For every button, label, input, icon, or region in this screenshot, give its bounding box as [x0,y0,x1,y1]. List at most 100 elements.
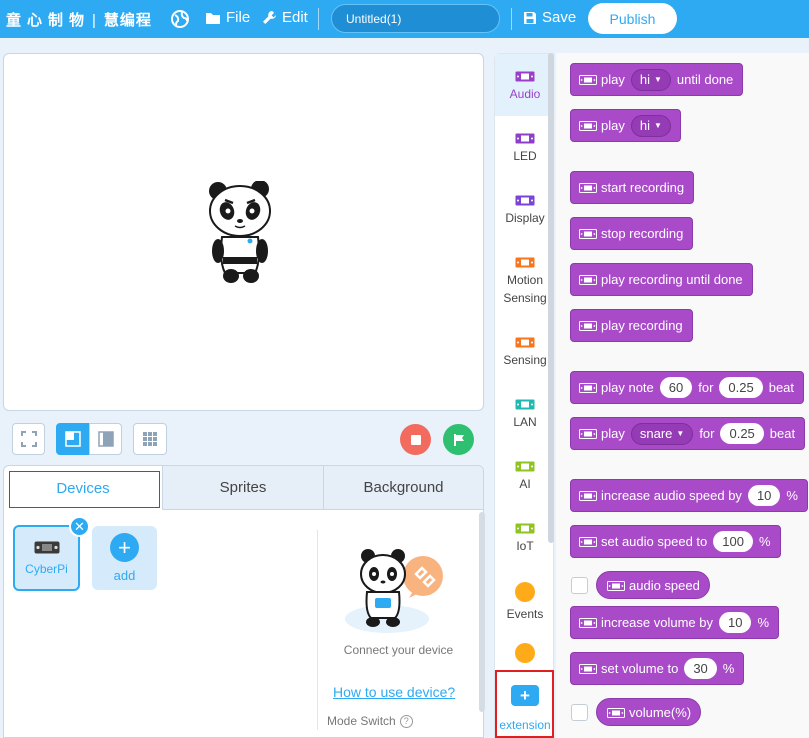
block-play-drum[interactable]: play snare ▼ for 0.25 beat [570,417,806,450]
category-led[interactable]: LED [495,133,555,165]
block-play[interactable]: play hi ▼ [570,109,681,142]
chip-icon [515,523,535,534]
how-to-use-device-link[interactable]: How to use device? [333,684,455,700]
layout-right-icon [97,431,114,447]
category-iot[interactable]: IoT [495,523,555,555]
category-lan[interactable]: LAN [495,399,555,431]
globe-icon[interactable] [170,9,190,34]
block-set-audio-speed[interactable]: set audio speed to 100 % [570,525,781,558]
category-label: Audio [509,87,541,101]
chip-icon [579,75,597,85]
category-audio[interactable]: Audio [495,54,555,116]
mode-switch[interactable]: Mode Switch ? [327,714,413,728]
add-device-button[interactable]: + add [92,526,157,590]
chip-icon [515,133,535,144]
category-scrollbar[interactable] [548,53,554,543]
speed-input[interactable]: 10 [747,485,781,506]
stage-canvas[interactable] [3,53,484,411]
project-name-input[interactable]: Untitled(1) [331,4,500,33]
panel-scrollbar[interactable] [479,512,485,712]
block-play-recording[interactable]: play recording [570,309,693,342]
block-text: play note [601,380,654,395]
category-motion-sensing[interactable]: Motion Sensing [495,257,555,307]
block-text: set volume to [601,661,679,676]
flag-icon [453,433,464,446]
category-label: LAN [513,415,537,429]
category-label: IoT [516,539,534,553]
category-control[interactable] [495,643,555,666]
chip-icon [515,461,535,472]
tab-devices[interactable]: Devices [4,466,162,510]
grid-view-button[interactable] [133,423,167,455]
sound-dropdown[interactable]: hi ▼ [630,68,671,91]
reporter-volume[interactable]: volume(%) [596,698,702,726]
chip-icon [515,399,535,410]
block-text: play [601,426,625,441]
note-input[interactable]: 60 [659,377,693,398]
dropdown-value: snare [639,425,673,441]
block-set-volume[interactable]: set volume to 30 % [570,652,745,685]
chip-icon [579,618,597,628]
remove-device-button[interactable]: ✕ [69,516,90,537]
fullscreen-button[interactable] [12,423,45,455]
block-text: for [699,426,715,441]
audio-speed-checkbox[interactable] [571,577,588,594]
caret-down-icon: ▼ [653,74,662,84]
block-text: audio speed [629,577,700,593]
category-display[interactable]: Display [495,195,555,227]
events-dot-icon [515,582,535,602]
toolbar-divider [318,8,319,30]
tab-sprites[interactable]: Sprites [162,466,323,510]
speed-input[interactable]: 100 [713,531,753,552]
category-events[interactable]: Events [495,582,555,623]
brand-separator: | [92,12,96,29]
category-label: AI [519,477,531,491]
block-start-recording[interactable]: start recording [570,171,695,204]
extension-label[interactable]: extension [496,718,554,732]
panda-sprite[interactable] [205,180,279,290]
category-label: Events [506,607,544,621]
volume-input[interactable]: 10 [719,612,752,633]
publish-button[interactable]: Publish [588,3,677,34]
top-bar: 童心制物 | 慧编程 File Edit Untitled(1) Save Publ… [0,0,809,38]
block-increase-volume[interactable]: increase volume by 10 % [570,606,780,639]
beat-input[interactable]: 0.25 [719,377,763,398]
reporter-audio-speed[interactable]: audio speed [596,571,710,599]
brand-logo[interactable]: 童心制物 | 慧编程 [6,9,152,30]
sound-dropdown[interactable]: hi ▼ [630,114,671,137]
category-label: Display [505,211,545,225]
block-play-recording-until-done[interactable]: play recording until done [570,263,753,296]
block-stop-recording[interactable]: stop recording [570,217,694,250]
volume-input[interactable]: 30 [684,658,717,679]
block-play-note[interactable]: play note 60 for 0.25 beat [570,371,805,404]
category-label: LED [513,149,537,163]
stop-button[interactable] [400,424,431,455]
chip-icon [579,321,597,331]
beat-input[interactable]: 0.25 [720,423,764,444]
large-stage-button[interactable] [89,423,122,455]
tab-background[interactable]: Background [323,466,483,510]
brand-product: 慧编程 [103,12,152,29]
chip-icon [515,71,535,82]
category-sensing[interactable]: Sensing [495,337,555,369]
block-increase-audio-speed[interactable]: increase audio speed by 10 % [570,479,808,512]
volume-checkbox[interactable] [571,704,588,721]
block-play-until-done[interactable]: play hi ▼ until done [570,63,744,96]
help-icon[interactable]: ? [399,714,413,728]
small-stage-button[interactable] [56,423,90,455]
file-menu[interactable]: File [205,9,250,26]
block-text: volume(%) [629,704,692,720]
add-extension-icon[interactable]: + [511,685,539,706]
edit-menu-label: Edit [282,9,308,26]
device-card-cyberpi[interactable]: CyberPi [13,525,80,591]
drum-dropdown[interactable]: snare ▼ [630,422,694,445]
chip-icon [579,121,597,131]
chip-icon [579,275,597,285]
edit-menu[interactable]: Edit [262,9,308,26]
green-flag-button[interactable] [443,424,474,455]
block-text: % [722,661,735,676]
save-button[interactable]: Save [523,9,576,26]
toolbar-divider [511,8,512,30]
category-ai[interactable]: AI [495,461,555,493]
bottom-panel: Devices Sprites Background CyberPi ✕ + a… [3,465,485,738]
